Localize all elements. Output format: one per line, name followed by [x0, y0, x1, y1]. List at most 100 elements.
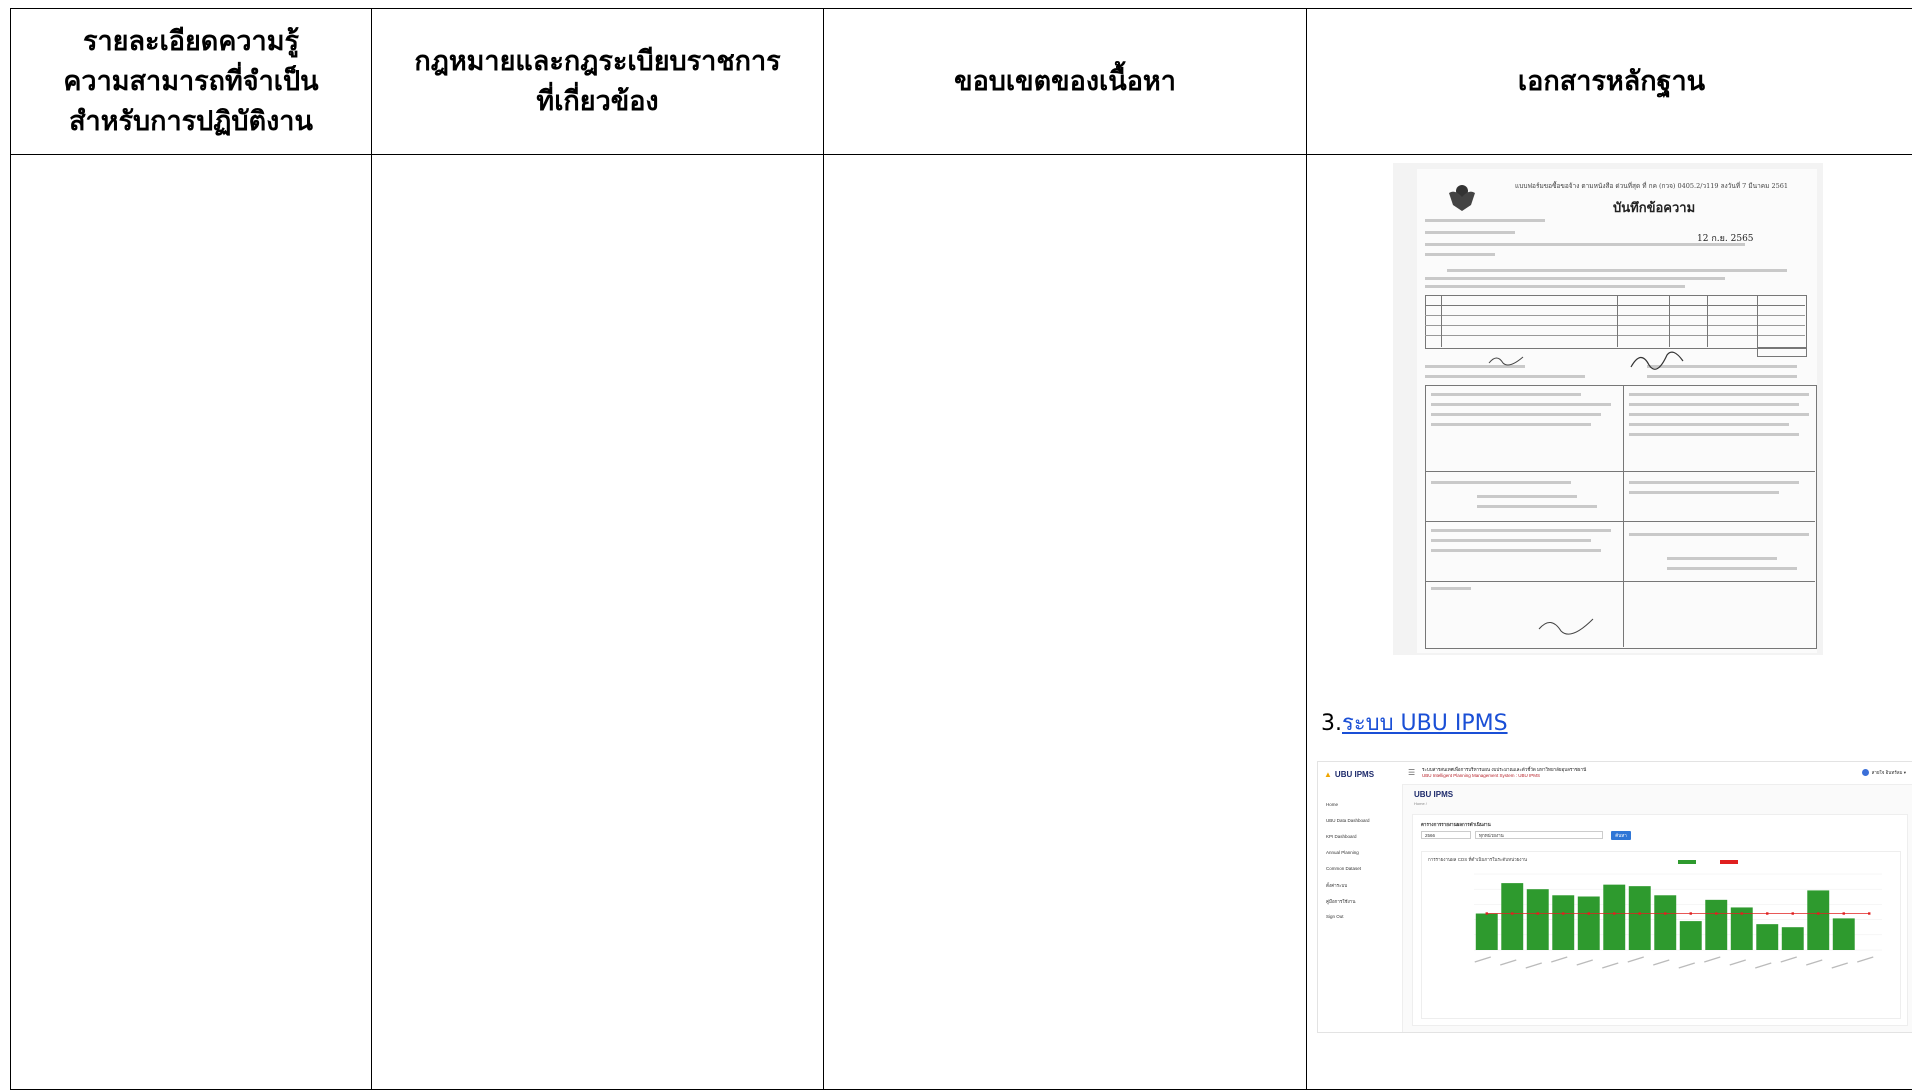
- memo-approval-line: [1623, 385, 1624, 647]
- cell-regulations: [371, 154, 824, 1090]
- system-name-en: UBU Intelligent Planning Management Syst…: [1422, 773, 1541, 778]
- user-avatar-icon: [1861, 769, 1869, 777]
- chart-category-label: [1474, 956, 1491, 963]
- sidebar-item-home[interactable]: Home: [1326, 802, 1338, 807]
- memo-text-line: [1425, 277, 1725, 280]
- memo-title: บันทึกข้อความ: [1613, 201, 1696, 216]
- chart-bar: [1679, 921, 1702, 950]
- memo-text-line: [1431, 481, 1571, 484]
- memo-text-line: [1431, 393, 1581, 396]
- cell-knowledge: [10, 154, 372, 1090]
- search-button[interactable]: ค้นหา: [1611, 831, 1631, 840]
- dashboard-page-title: UBU IPMS: [1414, 790, 1454, 799]
- chart-category-label: [1678, 962, 1695, 969]
- chart-category-label: [1602, 962, 1619, 969]
- memo-text-line: [1425, 285, 1685, 288]
- signature-mark: [1538, 618, 1594, 635]
- legend-swatch-target: [1720, 860, 1738, 864]
- chart-target-point: [1817, 912, 1820, 915]
- memo-text-line: [1667, 567, 1797, 570]
- memo-text-line: [1431, 549, 1601, 552]
- signature-mark: [1488, 356, 1524, 366]
- ipms-dashboard-screenshot: ▲ UBU IPMS Home UBU Data Dashboard KPI Da…: [1317, 761, 1912, 1033]
- cell-scope: [823, 154, 1307, 1090]
- memo-text-line: [1477, 505, 1597, 508]
- chart-category-label: [1653, 959, 1670, 966]
- memo-header-line: แบบฟอร์มขอซื้อขอจ้าง ตามหนังสือ ด่วนที่ส…: [1515, 182, 1788, 190]
- sidebar-item-sign-out[interactable]: Sign Out: [1326, 914, 1344, 919]
- memo-approval-line: [1425, 521, 1815, 522]
- memo-approval-line: [1425, 471, 1815, 472]
- chart-target-point: [1511, 912, 1514, 915]
- dashboard-panel: ตารางการรายงานผลการดำเนินงาน 2566 ทุกหน่…: [1412, 814, 1908, 1026]
- memo-text-line: [1667, 557, 1777, 560]
- sidebar-item-data-dashboard[interactable]: UBU Data Dashboard: [1326, 818, 1370, 823]
- header-regulations-line: ที่เกี่ยวข้อง: [536, 85, 659, 117]
- memo-text-line: [1629, 533, 1809, 536]
- memo-item-table: [1425, 295, 1807, 349]
- chart-bar: [1705, 899, 1728, 950]
- memo-table-line: [1441, 295, 1442, 347]
- header-knowledge-line: ความสามารถที่จำเป็น: [63, 65, 319, 97]
- chart-target-point: [1536, 912, 1539, 915]
- memo-text-line: [1425, 375, 1585, 378]
- sidebar-item-manual[interactable]: คู่มือการใช้งาน: [1326, 898, 1355, 905]
- chart-bar: [1475, 913, 1498, 950]
- header-knowledge: รายละเอียดความรู้ ความสามารถที่จำเป็น สำ…: [10, 8, 372, 155]
- chart-category-label: [1551, 956, 1568, 963]
- user-menu[interactable]: สายใจ อินทร์ลม ▾: [1861, 769, 1906, 777]
- memo-text-line: [1431, 539, 1591, 542]
- chart-bar: [1781, 927, 1804, 950]
- signature-mark: [1630, 351, 1684, 370]
- memo-table-line: [1425, 335, 1805, 336]
- sidebar-item-common-dataset[interactable]: Common Dataset: [1326, 866, 1361, 871]
- content-row: แบบฟอร์มขอซื้อขอจ้าง ตามหนังสือ ด่วนที่ส…: [10, 154, 1912, 1090]
- chart-bar: [1628, 886, 1651, 950]
- menu-icon[interactable]: ☰: [1408, 768, 1415, 777]
- chart-bar: [1832, 918, 1855, 950]
- memo-table-line: [1425, 315, 1805, 316]
- sidebar-item-kpi-dashboard[interactable]: KPI Dashboard: [1326, 834, 1357, 839]
- chart-category-label: [1857, 956, 1874, 963]
- chart-bar: [1552, 895, 1575, 950]
- filter-label: ตารางการรายงานผลการดำเนินงาน: [1421, 822, 1491, 827]
- memo-text-line: [1629, 491, 1779, 494]
- competency-table: รายละเอียดความรู้ ความสามารถที่จำเป็น สำ…: [10, 8, 1912, 1090]
- memo-text-line: [1447, 269, 1787, 272]
- system-name-th: ระบบสารสนเทศเพื่อการบริหารแผน งบประมาณแล…: [1422, 767, 1587, 772]
- memo-text-line: [1425, 243, 1745, 246]
- memo-table-line: [1425, 305, 1805, 306]
- memo-approval-line: [1425, 581, 1815, 582]
- memo-table-line: [1757, 295, 1758, 347]
- year-select[interactable]: 2566: [1421, 831, 1471, 839]
- chart-category-label: [1831, 962, 1848, 969]
- dashboard-topbar: ☰ ระบบสารสนเทศเพื่อการบริหารแผน งบประมาณ…: [1402, 762, 1912, 785]
- sidebar-item-annual-planning[interactable]: Annual Planning: [1326, 850, 1359, 855]
- bar-chart: [1474, 860, 1882, 969]
- memo-text-line: [1431, 423, 1591, 426]
- chart-target-point: [1587, 912, 1590, 915]
- chart-bar: [1501, 883, 1524, 950]
- chart-category-label: [1755, 962, 1772, 969]
- unit-select[interactable]: ทุกหน่วยงาน: [1475, 831, 1603, 839]
- memo-text-line: [1425, 253, 1495, 256]
- memo-text-line: [1431, 403, 1611, 406]
- breadcrumb[interactable]: Home /: [1414, 801, 1427, 806]
- sidebar-item-settings[interactable]: ตั้งค่าระบบ: [1326, 882, 1347, 889]
- header-regulations: กฎหมายและกฎระเบียบราชการ ที่เกี่ยวข้อง: [371, 8, 824, 155]
- dashboard-sidebar: ▲ UBU IPMS Home UBU Data Dashboard KPI Da…: [1318, 762, 1403, 1032]
- chart-target-point: [1664, 912, 1667, 915]
- legend-swatch-bar: [1678, 860, 1696, 864]
- memo-text-line: [1629, 403, 1799, 406]
- header-evidence: เอกสารหลักฐาน: [1306, 8, 1912, 155]
- header-knowledge-line: รายละเอียดความรู้: [82, 25, 299, 57]
- memo-text-line: [1425, 219, 1545, 222]
- memo-text-line: [1477, 495, 1577, 498]
- ubu-ipms-link[interactable]: ระบบ UBU IPMS: [1342, 711, 1508, 736]
- memo-text-line: [1425, 231, 1515, 234]
- chart-category-label: [1627, 956, 1644, 963]
- cell-evidence: แบบฟอร์มขอซื้อขอจ้าง ตามหนังสือ ด่วนที่ส…: [1306, 154, 1912, 1090]
- chart-target-point: [1766, 912, 1769, 915]
- chart-bar: [1577, 896, 1600, 950]
- chart-bar: [1526, 889, 1549, 950]
